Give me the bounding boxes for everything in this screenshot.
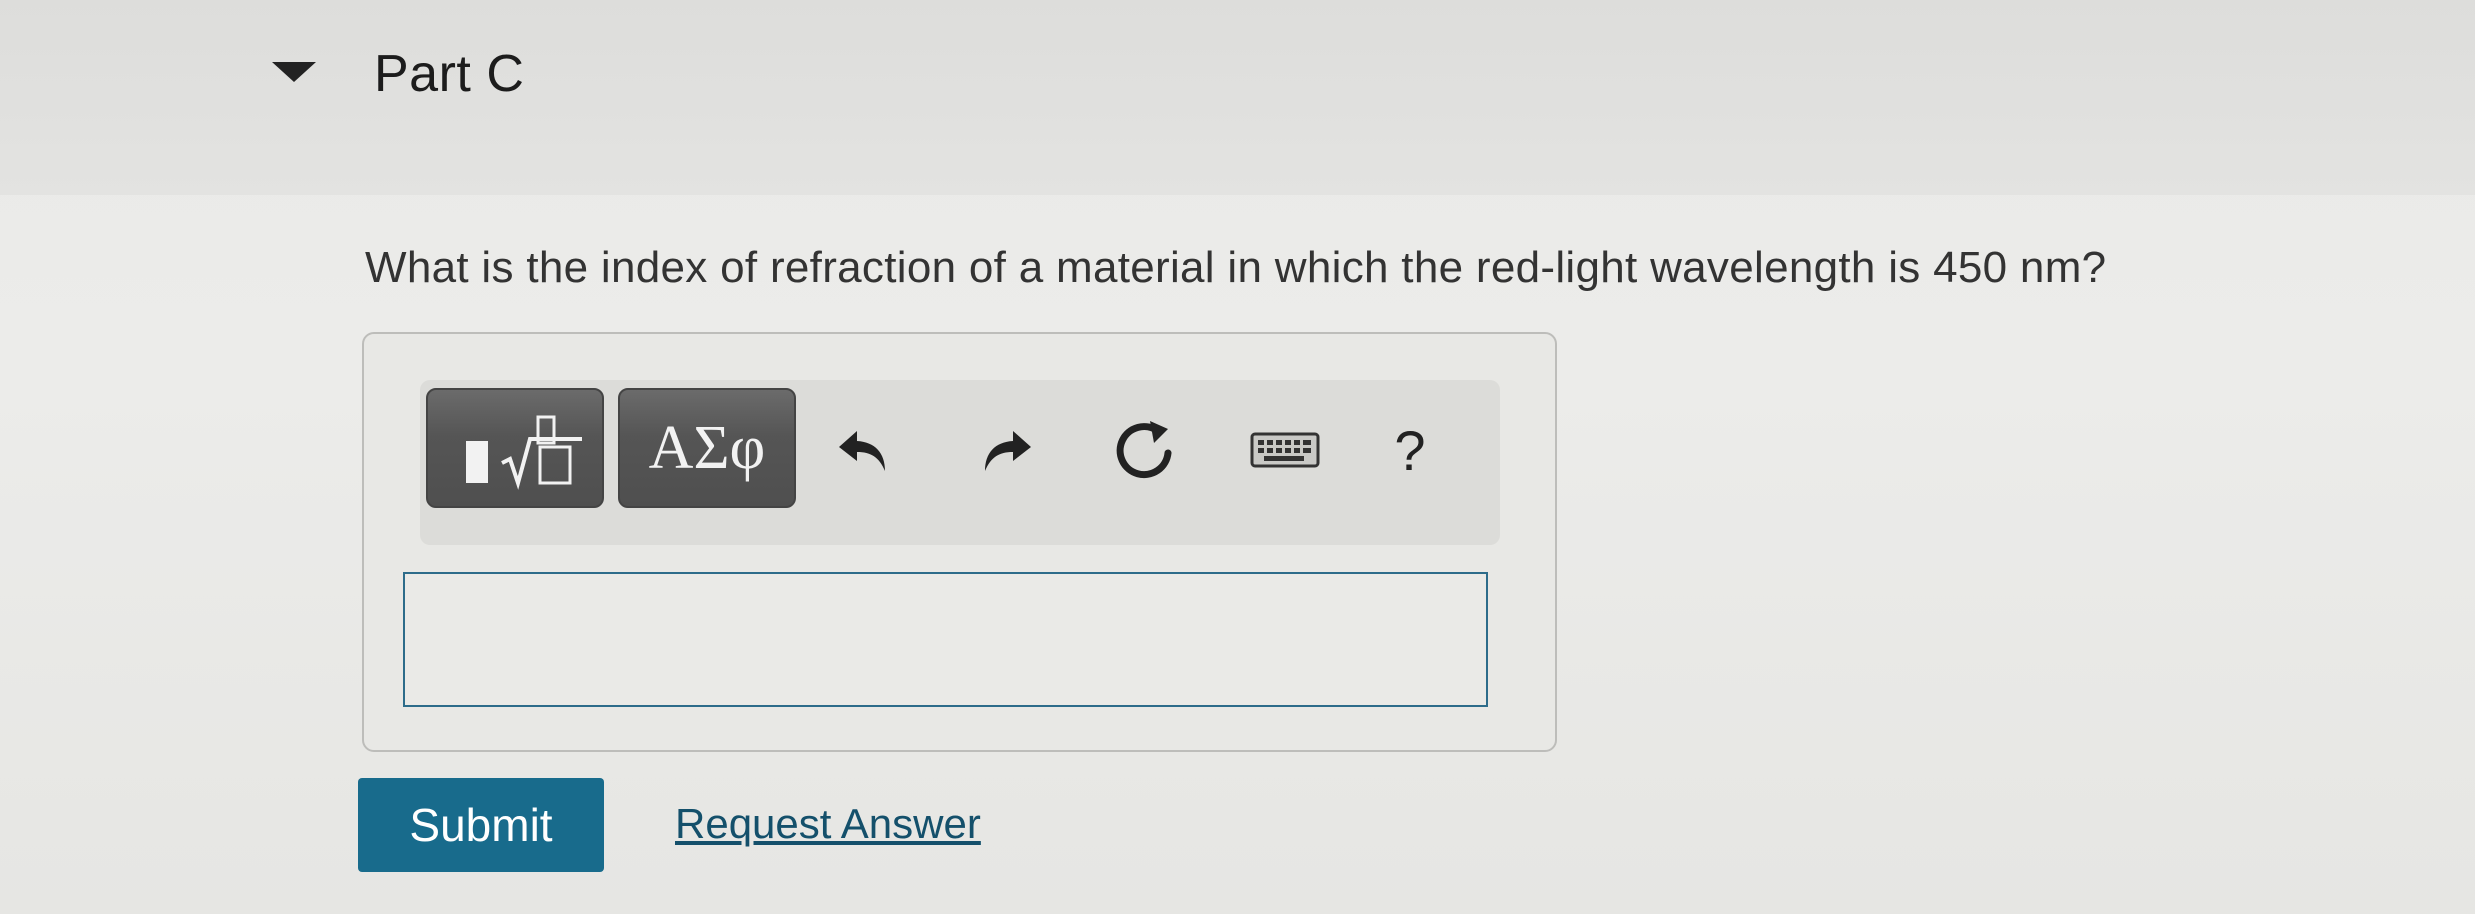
help-button[interactable]: ? (1365, 410, 1455, 490)
math-toolbar: ΑΣφ ? (420, 380, 1500, 545)
reset-icon[interactable] (1100, 410, 1190, 490)
submit-button[interactable]: Submit (358, 778, 604, 872)
fraction-sqrt-templates-icon (466, 415, 582, 490)
greek-symbols-button[interactable]: ΑΣφ (618, 388, 796, 508)
answer-input[interactable] (403, 572, 1488, 707)
part-header: Part C (0, 0, 2475, 195)
templates-button[interactable] (426, 388, 604, 508)
triangle-down-icon[interactable] (272, 62, 316, 82)
request-answer-link[interactable]: Request Answer (675, 800, 981, 848)
keyboard-icon[interactable] (1240, 410, 1330, 490)
question-text: What is the index of refraction of a mat… (365, 243, 2107, 292)
undo-icon[interactable] (820, 410, 910, 490)
part-title: Part C (374, 45, 525, 103)
redo-icon[interactable] (960, 410, 1050, 490)
